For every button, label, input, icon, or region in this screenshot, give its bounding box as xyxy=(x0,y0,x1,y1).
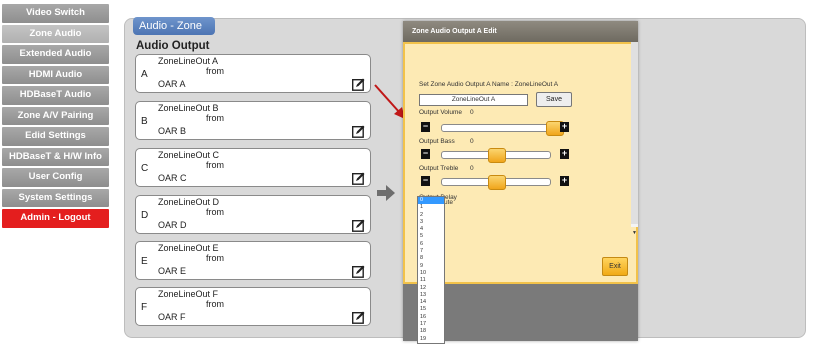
nav-video-switch[interactable]: Video Switch xyxy=(2,4,109,23)
zone-from: from xyxy=(206,207,224,217)
zone-letter: A xyxy=(141,69,148,80)
zone-from: from xyxy=(206,113,224,123)
volume-plus-button[interactable]: + xyxy=(560,122,569,132)
delay-option[interactable]: 8 xyxy=(418,255,444,262)
delay-option[interactable]: 0 xyxy=(418,197,444,205)
delay-option[interactable]: 13 xyxy=(418,292,444,299)
zone-name: ZoneLineOut C xyxy=(158,150,220,160)
zone-name-input[interactable]: ZoneLineOut A xyxy=(419,94,528,106)
delay-option[interactable]: 15 xyxy=(418,306,444,313)
volume-value: 0 xyxy=(470,109,474,116)
zone-name: ZoneLineOut B xyxy=(158,103,219,113)
nav-zone-av-pairing[interactable]: Zone A/V Pairing xyxy=(2,106,109,125)
delay-option[interactable]: 1 xyxy=(418,204,444,211)
delay-option[interactable]: 4 xyxy=(418,226,444,233)
zone-letter: B xyxy=(141,116,148,127)
zone-from: from xyxy=(206,160,224,170)
nav-hdbaset-audio[interactable]: HDBaseT Audio xyxy=(2,86,109,105)
treble-slider[interactable] xyxy=(441,175,551,190)
delay-option[interactable]: 6 xyxy=(418,241,444,248)
scroll-down-icon[interactable]: ▼ xyxy=(632,230,637,236)
nav-extended-audio[interactable]: Extended Audio xyxy=(2,45,109,64)
treble-label: Output Treble xyxy=(419,165,459,172)
zone-source: OAR F xyxy=(158,312,186,322)
zone-letter: E xyxy=(141,256,148,267)
dialog-scrollbar[interactable]: ▼ xyxy=(631,42,638,236)
bass-plus-button[interactable]: + xyxy=(560,149,569,159)
nav-zone-audio[interactable]: Zone Audio xyxy=(2,24,109,43)
delay-option[interactable]: 14 xyxy=(418,299,444,306)
zone-source: OAR A xyxy=(158,79,186,89)
delay-option[interactable]: 9 xyxy=(418,263,444,270)
nav-admin-logout[interactable]: Admin - Logout xyxy=(2,209,109,228)
edit-icon[interactable] xyxy=(352,125,365,138)
delay-option[interactable]: 11 xyxy=(418,277,444,284)
mute-label: ute xyxy=(444,199,454,206)
nav-user-config[interactable]: User Config xyxy=(2,168,109,187)
gray-arrow-icon xyxy=(377,185,395,201)
zone-letter: F xyxy=(141,302,148,313)
zone-name: ZoneLineOut E xyxy=(158,243,219,253)
zone-from: from xyxy=(206,299,224,309)
delay-option[interactable]: 7 xyxy=(418,248,444,255)
treble-plus-button[interactable]: + xyxy=(560,176,569,186)
bass-slider-thumb[interactable] xyxy=(488,148,506,163)
treble-value: 0 xyxy=(470,165,474,172)
section-title: Audio Output xyxy=(136,40,210,52)
zone-source: OAR D xyxy=(158,220,187,230)
bass-value: 0 xyxy=(470,138,474,145)
delay-option[interactable]: 16 xyxy=(418,314,444,321)
dialog-title: Zone Audio Output A Edit xyxy=(403,21,638,42)
zone-card-e: E ZoneLineOut E from OAR E xyxy=(135,241,371,280)
delay-option[interactable]: 18 xyxy=(418,328,444,335)
treble-minus-button[interactable]: − xyxy=(421,176,430,186)
bass-slider[interactable] xyxy=(441,148,551,163)
delay-option[interactable]: 17 xyxy=(418,321,444,328)
zone-letter: C xyxy=(141,163,149,174)
set-name-label: Set Zone Audio Output A Name : ZoneLineO… xyxy=(419,81,559,88)
edit-icon[interactable] xyxy=(352,265,365,278)
edit-icon[interactable] xyxy=(352,219,365,232)
save-button[interactable]: Save xyxy=(536,92,572,107)
zone-card-b: B ZoneLineOut B from OAR B xyxy=(135,101,371,140)
volume-slider[interactable] xyxy=(441,121,564,136)
edit-icon[interactable] xyxy=(352,311,365,324)
zone-from: from xyxy=(206,66,224,76)
zone-card-f: F ZoneLineOut F from OAR F xyxy=(135,287,371,326)
edit-icon[interactable] xyxy=(352,172,365,185)
delay-option[interactable]: 10 xyxy=(418,270,444,277)
zone-card-d: D ZoneLineOut D from OAR D xyxy=(135,195,371,234)
zone-name: ZoneLineOut D xyxy=(158,197,220,207)
zone-source: OAR E xyxy=(158,266,187,276)
sidebar: Video Switch Zone Audio Extended Audio H… xyxy=(2,4,109,230)
delay-option[interactable]: 2 xyxy=(418,212,444,219)
zone-letter: D xyxy=(141,210,149,221)
edit-icon[interactable] xyxy=(352,78,365,91)
zone-card-c: C ZoneLineOut C from OAR C xyxy=(135,148,371,187)
zone-name: ZoneLineOut A xyxy=(158,56,219,66)
nav-hdmi-audio[interactable]: HDMI Audio xyxy=(2,65,109,84)
zone-source: OAR B xyxy=(158,126,187,136)
zone-card-a: A ZoneLineOut A from OAR A xyxy=(135,54,371,93)
zone-name: ZoneLineOut F xyxy=(158,289,219,299)
delay-option[interactable]: 5 xyxy=(418,233,444,240)
zone-source: OAR C xyxy=(158,173,187,183)
delay-option[interactable]: 3 xyxy=(418,219,444,226)
volume-minus-button[interactable]: − xyxy=(421,122,430,132)
nav-system-settings[interactable]: System Settings xyxy=(2,188,109,207)
delay-dropdown-list[interactable]: 0 1 2 3 4 5 6 7 8 9 10 11 12 13 14 15 16 17 18 19 xyxy=(417,196,445,344)
nav-hdbaset-hw-info[interactable]: HDBaseT & H/W Info xyxy=(2,147,109,166)
bass-label: Output Bass xyxy=(419,138,455,145)
delay-option[interactable]: 12 xyxy=(418,285,444,292)
bass-minus-button[interactable]: − xyxy=(421,149,430,159)
tab-audio-zone[interactable]: Audio - Zone xyxy=(133,17,215,35)
volume-label: Output Volume xyxy=(419,109,462,116)
zone-from: from xyxy=(206,253,224,263)
scrollbar-thumb[interactable] xyxy=(631,42,638,224)
exit-button[interactable]: Exit xyxy=(602,257,628,276)
nav-edid-settings[interactable]: Edid Settings xyxy=(2,127,109,146)
treble-slider-thumb[interactable] xyxy=(488,175,506,190)
